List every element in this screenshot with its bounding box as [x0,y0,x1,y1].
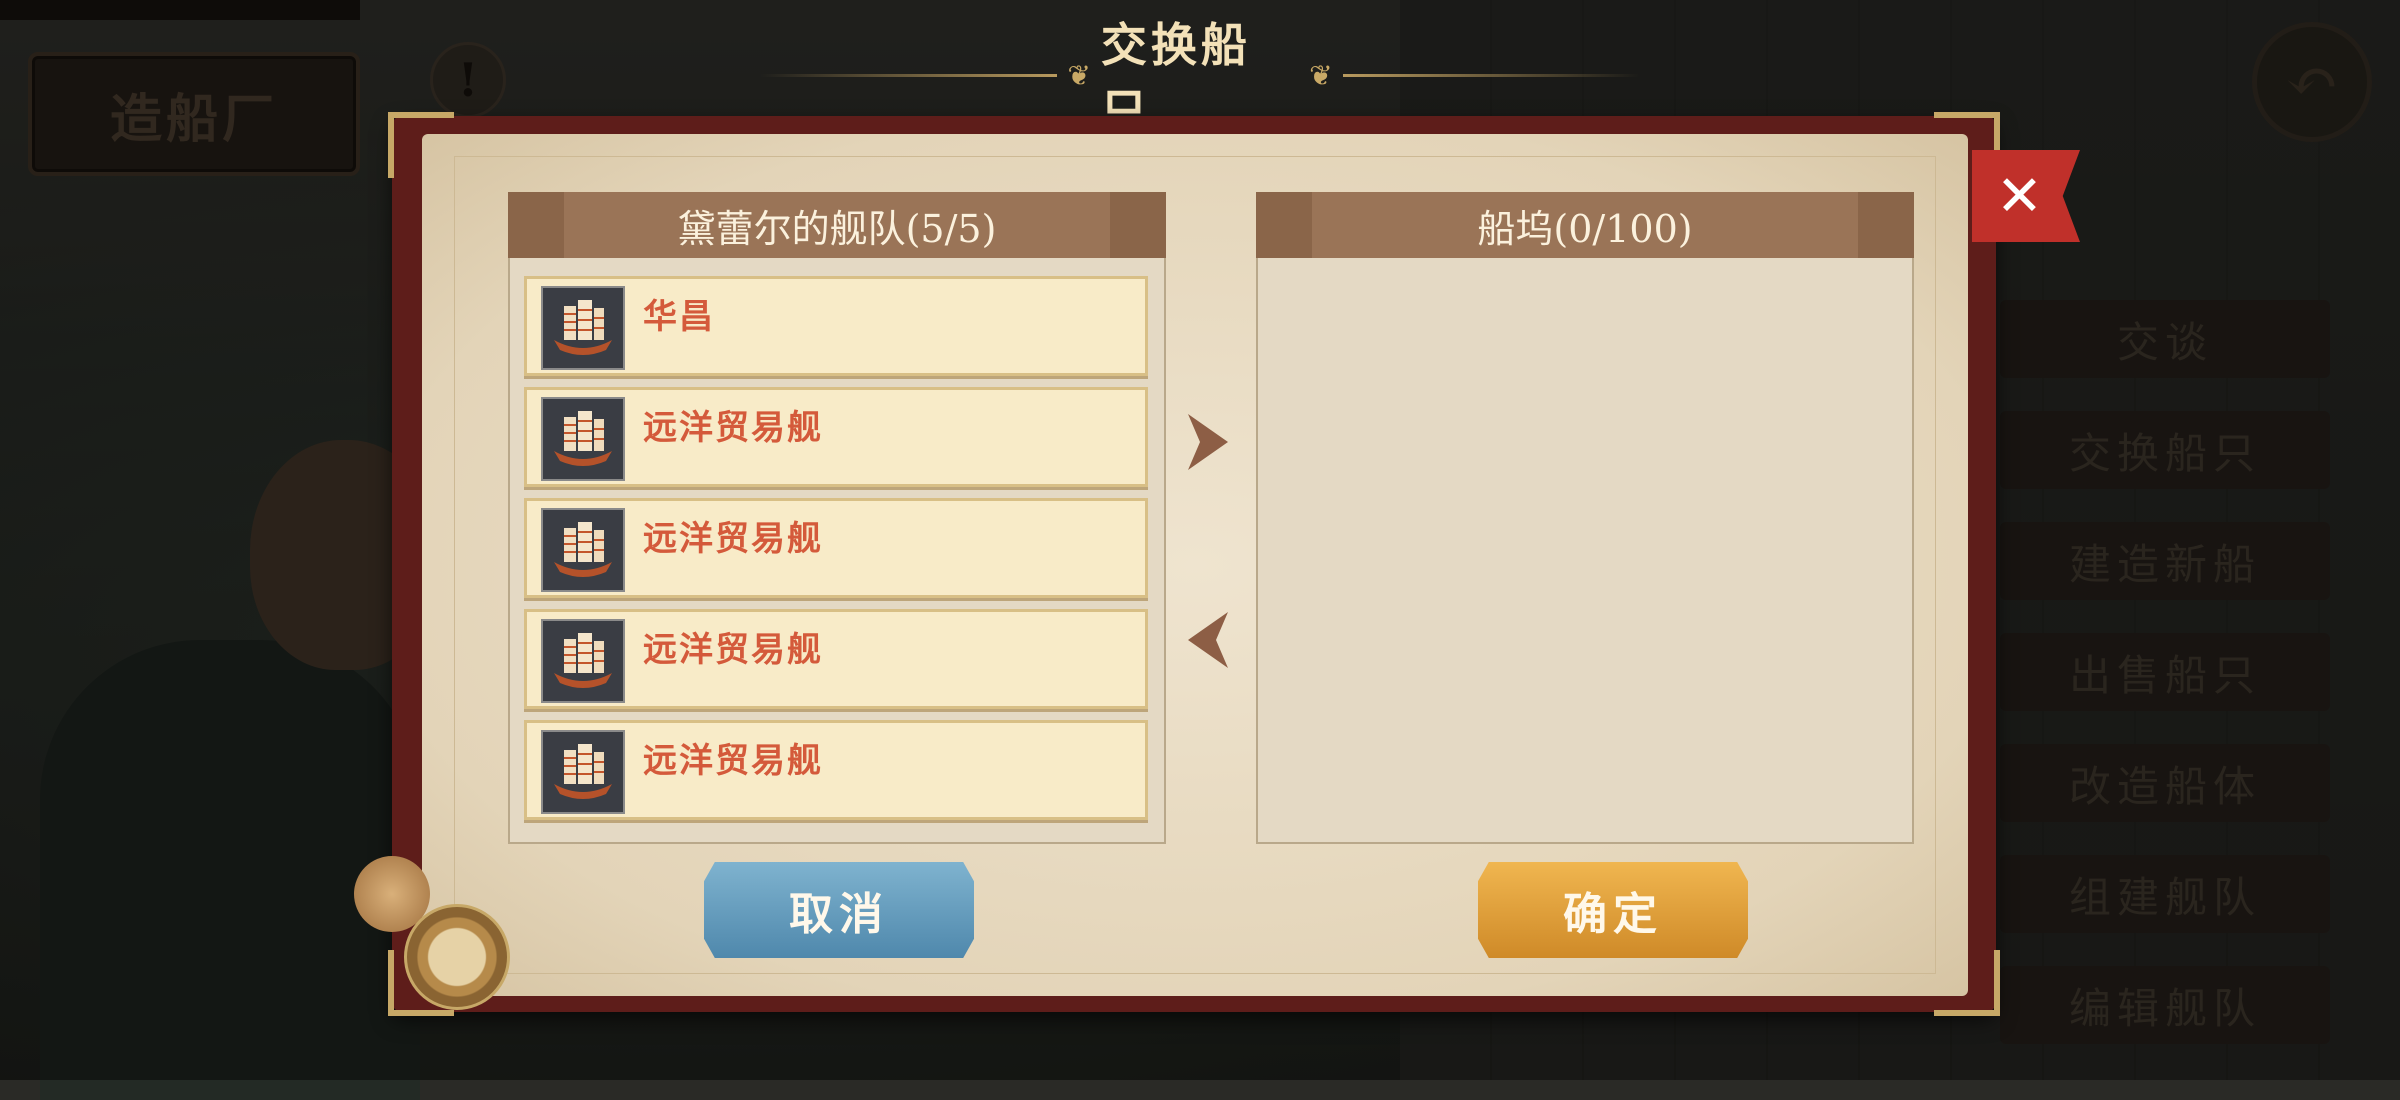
cancel-button[interactable]: 取消 [704,862,974,958]
header-cap [508,192,564,258]
dock-panel: 船坞(0/100) [1256,192,1914,844]
title-ornament-right: ❦ [1309,58,1333,92]
title-ornament-left: ❦ [1067,58,1091,92]
ship-name: 华昌 [643,297,715,337]
title-divider-left [760,73,1058,77]
header-cap [1256,192,1312,258]
ship-row[interactable]: 华昌 [524,276,1148,376]
ship-row[interactable]: 远洋贸易舰 [524,720,1148,820]
fleet-ship-list: 华昌 远洋贸易舰 远洋贸易舰 远洋贸易舰 远洋贸易舰 [524,276,1148,831]
ship-icon [541,397,625,481]
dock-panel-header: 船坞(0/100) [1256,192,1914,258]
dock-panel-title: 船坞(0/100) [1477,206,1693,251]
ship-name: 远洋贸易舰 [643,408,823,448]
ship-name: 远洋贸易舰 [643,519,823,559]
ship-row[interactable]: 远洋贸易舰 [524,609,1148,709]
ship-icon [541,619,625,703]
fleet-panel-header: 黛蕾尔的舰队(5/5) [508,192,1166,258]
ship-name: 远洋贸易舰 [643,741,823,781]
ship-icon [541,508,625,592]
ship-icon [541,286,625,370]
fleet-panel: 黛蕾尔的舰队(5/5) 华昌 远洋贸易舰 远洋贸易舰 远洋贸易舰 远洋贸易舰 [508,192,1166,844]
ship-row[interactable]: 远洋贸易舰 [524,498,1148,598]
header-cap [1858,192,1914,258]
close-icon: ✕ [1996,163,2043,229]
ship-icon [541,730,625,814]
title-divider-right [1342,73,1640,77]
dialog-title-bar: ❦ 交换船只 ❦ [760,18,1640,138]
fleet-panel-title: 黛蕾尔的舰队(5/5) [677,206,997,251]
confirm-button[interactable]: 确定 [1478,862,1748,958]
ship-name: 远洋贸易舰 [643,630,823,670]
compass-icon [404,904,510,1010]
ship-row[interactable]: 远洋贸易舰 [524,387,1148,487]
header-cap [1110,192,1166,258]
